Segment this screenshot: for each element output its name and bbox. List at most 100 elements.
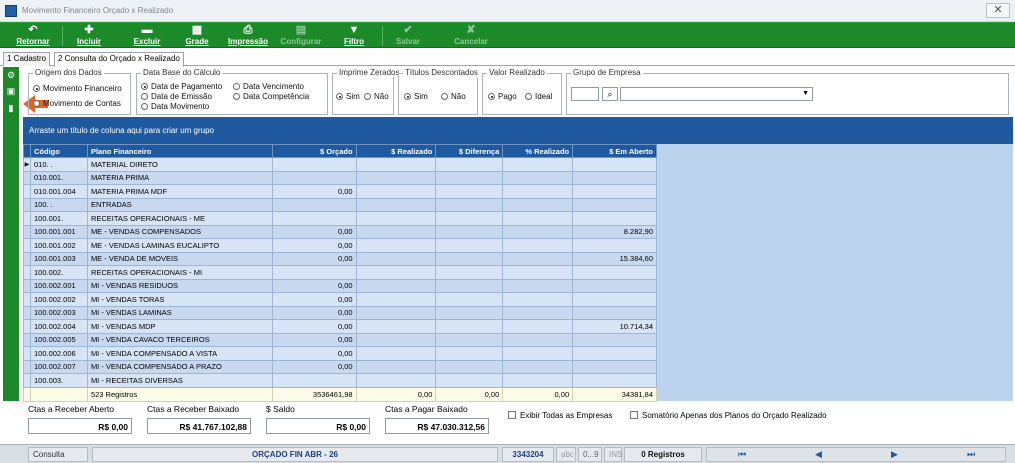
table-cell[interactable]: MI - VENDAS RESIDUOS [86, 278, 273, 293]
table-cell[interactable] [355, 184, 437, 199]
col-em-aberto[interactable]: $ Em Aberto [572, 144, 657, 158]
tab-cadastro[interactable]: 1 Cadastro [3, 52, 51, 66]
table-cell[interactable]: 100.002.004 [29, 319, 88, 334]
table-row[interactable]: 100.002.001 MI - VENDAS RESIDUOS 0,00 [23, 278, 657, 293]
table-cell[interactable]: 100.001.003 [29, 251, 88, 266]
table-row[interactable]: 100.002.006 MI - VENDA COMPENSADO A VISTA… [23, 346, 657, 361]
table-cell[interactable] [435, 211, 504, 226]
table-cell[interactable] [435, 265, 504, 280]
table-cell[interactable] [435, 197, 504, 212]
somatorio-checkbox[interactable]: Somatório Apenas dos Planos do Orçado Re… [630, 411, 827, 420]
table-cell[interactable]: 100.002.003 [29, 305, 88, 320]
table-cell[interactable] [355, 319, 437, 334]
table-row[interactable]: 100.001. RECEITAS OPERACIONAIS - ME [23, 211, 657, 226]
table-cell[interactable]: MI - VENDA CAVACO TERCEIROS [86, 332, 273, 347]
table-cell[interactable] [572, 305, 657, 320]
table-cell[interactable]: MI - RECEITAS DIVERSAS [86, 373, 273, 388]
table-cell[interactable] [355, 292, 437, 307]
table-cell[interactable] [502, 305, 574, 320]
radio-data-vencimento[interactable]: Data Vencimento [233, 82, 304, 91]
table-cell[interactable] [435, 332, 504, 347]
table-cell[interactable]: MATERIA PRIMA [86, 170, 273, 185]
table-cell[interactable]: 010.001.004 [29, 184, 88, 199]
table-cell[interactable]: 0,00 [271, 346, 357, 361]
table-cell[interactable] [435, 157, 504, 172]
table-cell[interactable]: MI - VENDAS TORAS [86, 292, 273, 307]
table-row[interactable]: 100.002.002 MI - VENDAS TORAS 0,00 [23, 292, 657, 307]
table-cell[interactable] [435, 184, 504, 199]
table-cell[interactable]: 100.002.001 [29, 278, 88, 293]
table-cell[interactable]: MI - VENDAS MDP [86, 319, 273, 334]
tab-consulta[interactable]: 2 Consulta do Orçado x Realizado [54, 52, 184, 67]
table-cell[interactable]: 100.001. [29, 211, 88, 226]
table-cell[interactable] [435, 238, 504, 253]
table-cell[interactable] [271, 211, 357, 226]
table-cell[interactable] [435, 251, 504, 266]
search-icon[interactable]: ⌕ [602, 87, 618, 101]
group-by-panel[interactable]: Arraste um título de coluna aqui para cr… [23, 117, 1013, 144]
table-cell[interactable] [502, 197, 574, 212]
table-cell[interactable] [502, 319, 574, 334]
grid-button[interactable]: ▦ Grade [176, 24, 218, 48]
return-button[interactable]: ↶ Retornar [8, 24, 58, 48]
radio-data-movimento[interactable]: Data Movimento [141, 102, 209, 111]
col-pct-realizado[interactable]: % Realizado [502, 144, 574, 158]
last-record-icon[interactable]: ⏭ [967, 449, 975, 460]
table-cell[interactable] [355, 224, 437, 239]
table-cell[interactable] [572, 197, 657, 212]
filter-button[interactable]: ▼ Filtro [336, 24, 372, 48]
col-orcado[interactable]: $ Orçado [271, 144, 357, 158]
table-cell[interactable] [355, 332, 437, 347]
table-cell[interactable] [355, 197, 437, 212]
table-cell[interactable]: 0,00 [271, 332, 357, 347]
table-cell[interactable] [502, 332, 574, 347]
table-cell[interactable] [502, 292, 574, 307]
table-cell[interactable] [435, 373, 504, 388]
table-cell[interactable]: 100.001.001 [29, 224, 88, 239]
table-cell[interactable]: 15.384,60 [572, 251, 657, 266]
table-cell[interactable]: 0,00 [271, 238, 357, 253]
table-cell[interactable] [271, 157, 357, 172]
radio-data-competencia[interactable]: Data Competência [233, 92, 309, 101]
table-row[interactable]: 100.001.002 ME - VENDAS LAMINAS EUCALIPTO… [23, 238, 657, 253]
radio-descontados-nao[interactable]: Não [441, 92, 466, 101]
table-cell[interactable]: 0,00 [271, 319, 357, 334]
table-cell[interactable] [572, 373, 657, 388]
exibir-todas-checkbox[interactable]: Exibir Todas as Empresas [508, 411, 612, 420]
prev-record-icon[interactable]: ◀ [815, 449, 822, 460]
table-cell[interactable]: MI - VENDAS LAMINAS [86, 305, 273, 320]
table-cell[interactable] [572, 184, 657, 199]
table-row[interactable]: 100.002. RECEITAS OPERACIONAIS - MI [23, 265, 657, 280]
table-cell[interactable] [572, 346, 657, 361]
table-cell[interactable] [572, 359, 657, 374]
table-cell[interactable]: RECEITAS OPERACIONAIS - ME [86, 211, 273, 226]
table-cell[interactable] [572, 332, 657, 347]
table-cell[interactable] [502, 359, 574, 374]
table-row[interactable]: 100.002.004 MI - VENDAS MDP 0,00 10.714,34 [23, 319, 657, 334]
table-cell[interactable] [502, 170, 574, 185]
table-cell[interactable] [502, 265, 574, 280]
table-cell[interactable] [271, 265, 357, 280]
next-record-icon[interactable]: ▶ [891, 449, 898, 460]
table-cell[interactable] [502, 184, 574, 199]
table-cell[interactable] [435, 359, 504, 374]
table-cell[interactable] [355, 265, 437, 280]
table-cell[interactable]: 10.714,34 [572, 319, 657, 334]
radio-data-pagamento[interactable]: Data de Pagamento [141, 82, 222, 91]
add-button[interactable]: ✚ Incluir [68, 24, 110, 48]
radio-ideal[interactable]: Ideal [525, 92, 552, 101]
table-cell[interactable]: MI - VENDA COMPENSADO A PRAZO [86, 359, 273, 374]
table-cell[interactable] [572, 238, 657, 253]
table-cell[interactable] [435, 346, 504, 361]
table-cell[interactable]: 100.001.002 [29, 238, 88, 253]
delete-button[interactable]: ▬ Excluir [126, 24, 168, 48]
table-cell[interactable] [572, 157, 657, 172]
table-cell[interactable] [355, 305, 437, 320]
table-cell[interactable]: 100. . [29, 197, 88, 212]
table-cell[interactable]: 0,00 [271, 251, 357, 266]
table-row[interactable]: 100.002.005 MI - VENDA CAVACO TERCEIROS 0,… [23, 332, 657, 347]
table-cell[interactable]: 100.002.002 [29, 292, 88, 307]
table-row[interactable]: 100.002.007 MI - VENDA COMPENSADO A PRAZO… [23, 359, 657, 374]
table-cell[interactable]: 0,00 [271, 224, 357, 239]
table-cell[interactable]: ME - VENDAS COMPENSADOS [86, 224, 273, 239]
